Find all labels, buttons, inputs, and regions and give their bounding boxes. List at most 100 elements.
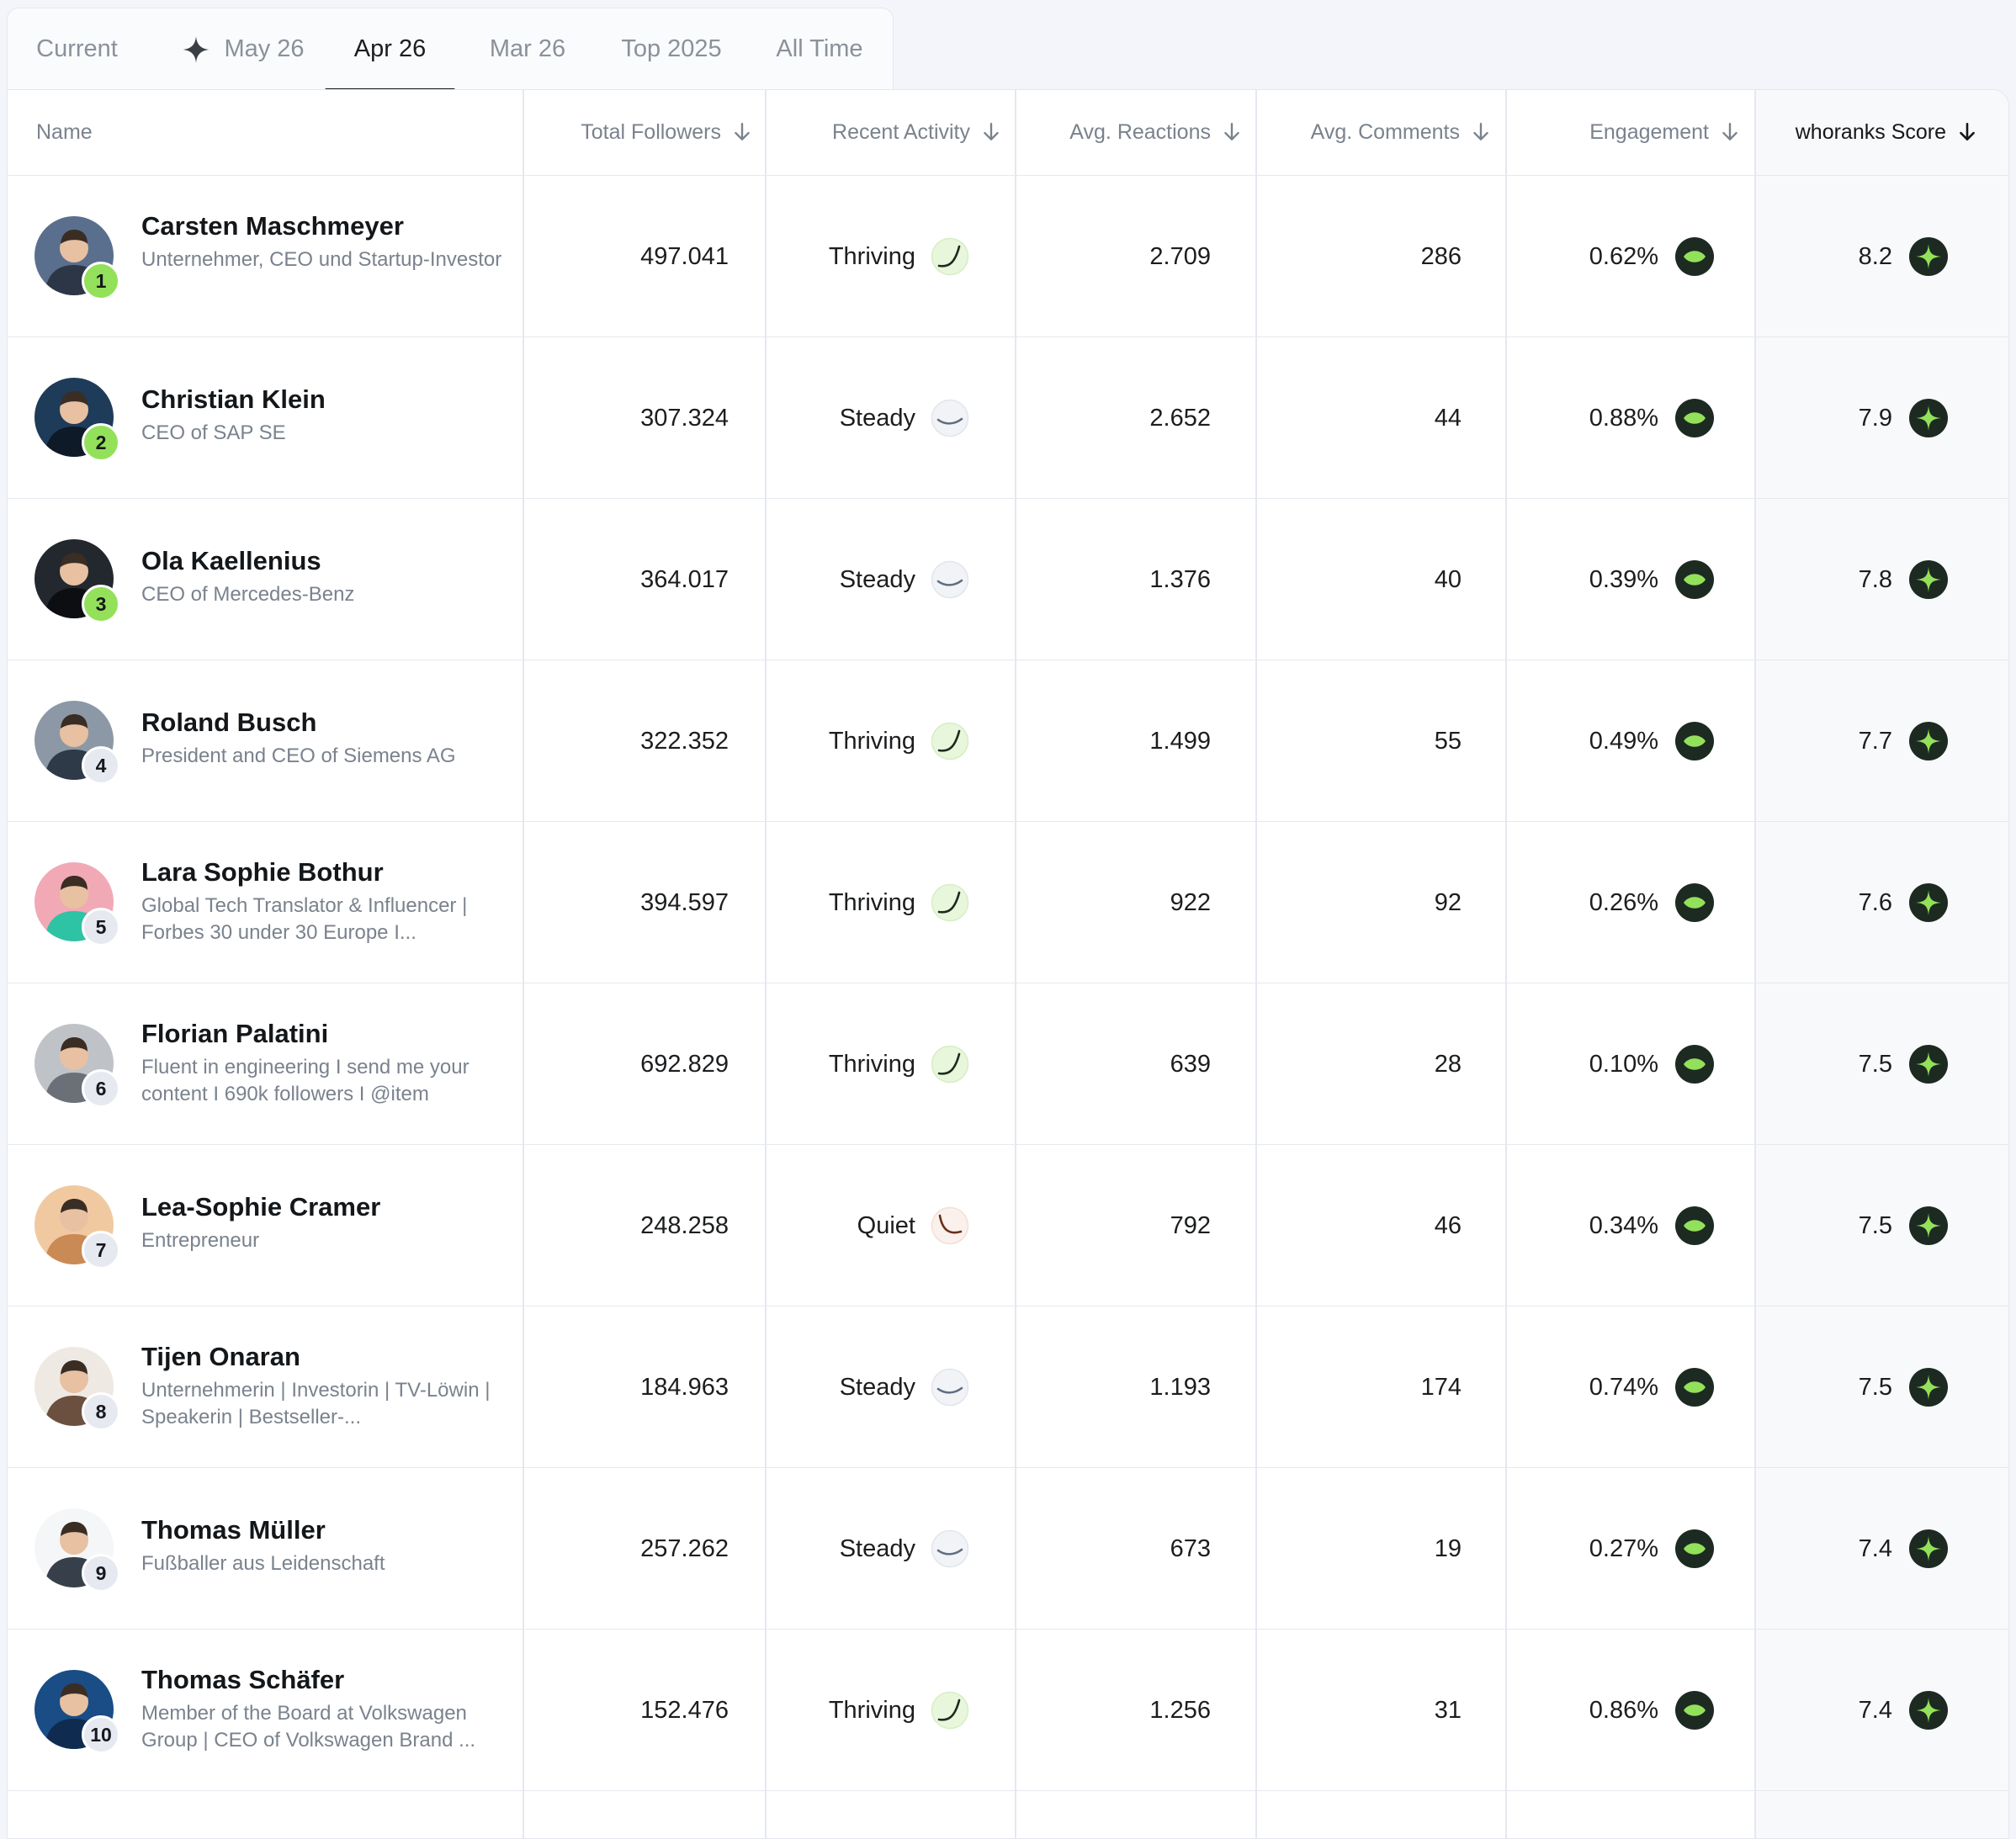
avg-comments: 55 — [1435, 660, 1462, 822]
recent-activity: Thriving — [829, 983, 969, 1145]
person-headline: President and CEO of Siemens AG — [141, 745, 456, 767]
activity-label: Thriving — [828, 1050, 915, 1078]
activity-trend-icon — [931, 1368, 969, 1407]
whoranks-score: 7.7 — [1859, 660, 1948, 822]
engagement-value: 0.49% — [1589, 727, 1658, 755]
reactions-value: 1.499 — [1149, 727, 1211, 755]
tab-top-2025[interactable]: Top 2025 — [600, 8, 743, 90]
rank-badge: 9 — [82, 1554, 120, 1593]
engagement-badge-icon — [1675, 1529, 1714, 1568]
tab-current[interactable]: Current — [8, 8, 146, 90]
score-sparkle-icon — [1909, 1368, 1948, 1407]
reactions-value: 2.709 — [1149, 242, 1211, 270]
comments-value: 286 — [1420, 242, 1462, 270]
score-value: 7.6 — [1858, 888, 1892, 916]
period-tabs: Current May 26 Apr 26 Mar 26 Top 2025 Al… — [7, 8, 894, 92]
activity-label: Thriving — [828, 1696, 915, 1724]
rank-badge: 10 — [82, 1715, 120, 1754]
person-name[interactable]: Christian Klein — [141, 384, 326, 415]
score-sparkle-icon — [1909, 1529, 1948, 1568]
followers-value: 497.041 — [640, 242, 729, 270]
whoranks-score: 7.5 — [1859, 983, 1948, 1145]
score-sparkle-icon — [1909, 399, 1948, 437]
person-name[interactable]: Tijen Onaran — [141, 1342, 300, 1372]
table-row[interactable]: 1 Carsten Maschmeyer Unternehmer, CEO un… — [8, 176, 2008, 337]
activity-trend-icon — [931, 1045, 969, 1084]
person-name[interactable]: Lea-Sophie Cramer — [141, 1192, 380, 1222]
avg-comments: 19 — [1435, 1468, 1462, 1630]
person-headline: Unternehmer, CEO und Startup-Investor — [141, 248, 502, 271]
person-name[interactable]: Lara Sophie Bothur — [141, 857, 384, 888]
tab-all-time[interactable]: All Time — [756, 8, 883, 90]
header-engagement[interactable]: Engagement — [1589, 90, 1741, 174]
recent-activity: Steady — [840, 1468, 969, 1630]
followers-value: 322.352 — [640, 727, 729, 755]
activity-label: Steady — [839, 565, 915, 593]
tab-label: Current — [36, 35, 118, 62]
table-row[interactable]: 5 Lara Sophie Bothur Global Tech Transla… — [8, 822, 2008, 983]
engagement-value: 0.27% — [1589, 1534, 1658, 1562]
score-value: 7.5 — [1858, 1373, 1892, 1401]
person-headline: Unternehmerin | Investorin | TV-Löwin | … — [141, 1379, 491, 1428]
engagement: 0.34% — [1589, 1145, 1714, 1306]
person-name[interactable]: Roland Busch — [141, 708, 316, 738]
avg-comments: 174 — [1421, 1306, 1462, 1468]
comments-value: 92 — [1434, 888, 1462, 916]
table-row[interactable]: 2 Christian Klein CEO of SAP SE 307.324 … — [8, 337, 2008, 499]
table-row[interactable]: 9 Thomas Müller Fußballer aus Leidenscha… — [8, 1468, 2008, 1630]
score-sparkle-icon — [1909, 1691, 1948, 1730]
engagement: 0.39% — [1589, 499, 1714, 660]
avg-reactions: 2.652 — [1149, 337, 1211, 499]
header-total-followers[interactable]: Total Followers — [581, 90, 753, 174]
person-headline: Fußballer aus Leidenschaft — [141, 1552, 385, 1575]
whoranks-score: 7.9 — [1859, 337, 1948, 499]
reactions-value: 1.193 — [1149, 1373, 1211, 1401]
recent-activity: Thriving — [829, 822, 969, 983]
recent-activity: Thriving — [829, 660, 969, 822]
engagement-badge-icon — [1675, 722, 1714, 761]
table-row[interactable]: 8 Tijen Onaran Unternehmerin | Investori… — [8, 1306, 2008, 1468]
header-avg-comments[interactable]: Avg. Comments — [1311, 90, 1492, 174]
table-row[interactable]: 7 Lea-Sophie Cramer Entrepreneur 248.258… — [8, 1145, 2008, 1306]
header-name[interactable]: Name — [36, 90, 93, 174]
rank-badge: 4 — [82, 746, 120, 785]
score-sparkle-icon — [1909, 237, 1948, 276]
table-row[interactable]: 3 Ola Kaellenius CEO of Mercedes-Benz 36… — [8, 499, 2008, 660]
engagement-badge-icon — [1675, 1691, 1714, 1730]
reactions-value: 1.376 — [1149, 565, 1211, 593]
recent-activity: Steady — [840, 337, 969, 499]
followers-value: 257.262 — [640, 1534, 729, 1562]
header-whoranks-score[interactable]: whoranks Score — [1796, 90, 1978, 174]
engagement-badge-icon — [1675, 1206, 1714, 1245]
engagement-badge-icon — [1675, 1045, 1714, 1084]
person-name[interactable]: Ola Kaellenius — [141, 546, 321, 576]
followers-value: 248.258 — [640, 1211, 729, 1239]
comments-value: 55 — [1434, 727, 1462, 755]
activity-label: Steady — [839, 404, 915, 432]
whoranks-score: 7.4 — [1859, 1468, 1948, 1630]
header-avg-reactions[interactable]: Avg. Reactions — [1069, 90, 1243, 174]
activity-label: Steady — [839, 1534, 915, 1562]
person-name[interactable]: Florian Palatini — [141, 1019, 328, 1049]
engagement-value: 0.88% — [1589, 404, 1658, 432]
person-name[interactable]: Carsten Maschmeyer — [141, 211, 404, 241]
total-followers: 307.324 — [640, 337, 729, 499]
table-row[interactable]: 6 Florian Palatini Fluent in engineering… — [8, 983, 2008, 1145]
tab-may-26[interactable]: May 26 — [163, 8, 323, 90]
score-sparkle-icon — [1909, 722, 1948, 761]
tab-mar-26[interactable]: Mar 26 — [469, 8, 586, 90]
tab-label: All Time — [776, 35, 863, 62]
tab-apr-26[interactable]: Apr 26 — [325, 8, 455, 92]
total-followers: 257.262 — [640, 1468, 729, 1630]
person-name[interactable]: Thomas Schäfer — [141, 1665, 344, 1695]
whoranks-score: 8.2 — [1859, 176, 1948, 337]
avg-reactions: 639 — [1170, 983, 1211, 1145]
table-row[interactable]: 10 Thomas Schäfer Member of the Board at… — [8, 1630, 2008, 1791]
header-recent-activity[interactable]: Recent Activity — [832, 90, 1002, 174]
table-row[interactable]: 4 Roland Busch President and CEO of Siem… — [8, 660, 2008, 822]
person-name[interactable]: Thomas Müller — [141, 1515, 326, 1545]
ranking-table: Name Total Followers Recent Activity Avg… — [7, 89, 2009, 1839]
header-label: Avg. Reactions — [1069, 119, 1211, 144]
comments-value: 46 — [1434, 1211, 1462, 1239]
avg-comments: 46 — [1435, 1145, 1462, 1306]
